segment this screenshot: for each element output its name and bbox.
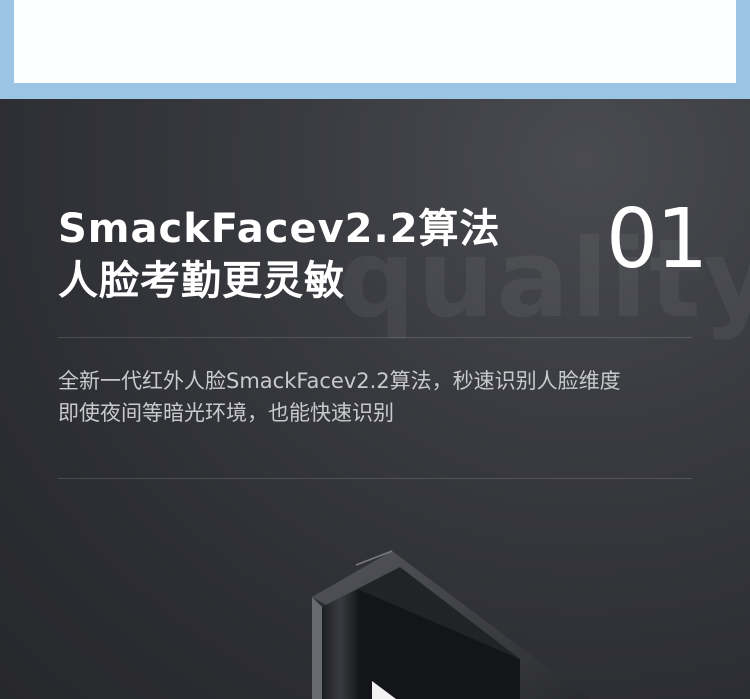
header-card xyxy=(14,0,736,83)
feature-panel: quality SmackFacev2.2算法 人脸考勤更灵敏 01 全新一代红… xyxy=(0,99,750,699)
device-frame-image xyxy=(312,550,590,699)
